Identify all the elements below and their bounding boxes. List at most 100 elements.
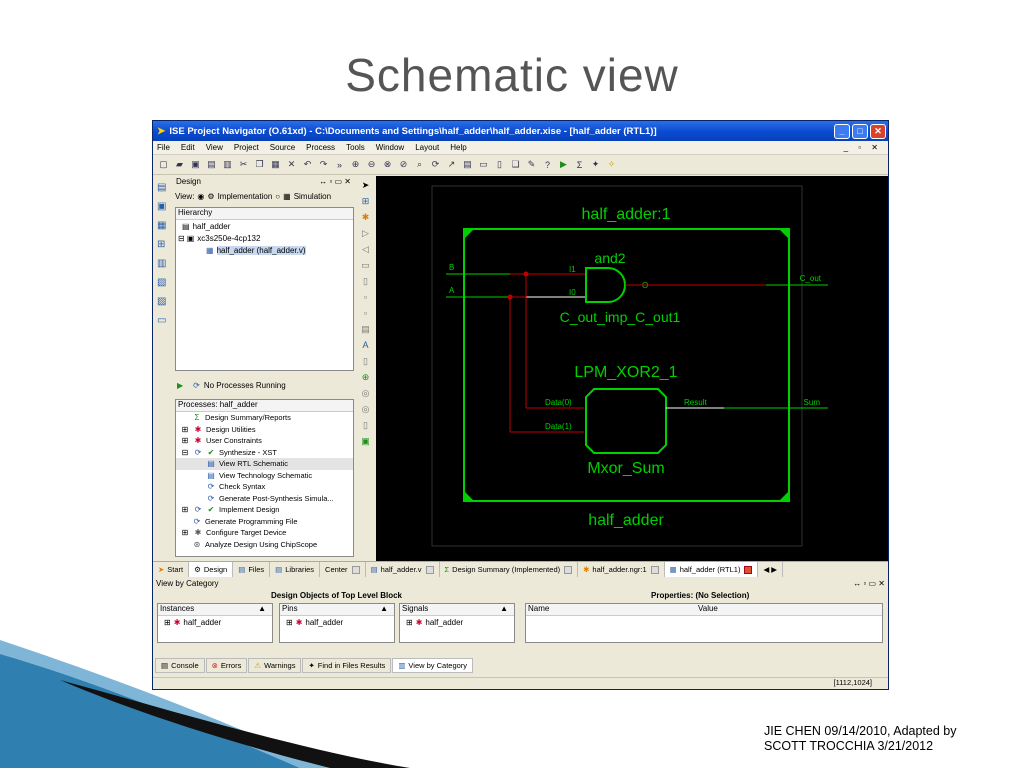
- menu-file[interactable]: File: [157, 143, 170, 152]
- list-item[interactable]: ⊞ ✱ half_adder: [158, 616, 272, 628]
- process-item[interactable]: Σ Design Summary/Reports: [176, 412, 353, 424]
- collapse-icon[interactable]: ⊟: [178, 234, 185, 243]
- menu-window[interactable]: Window: [376, 143, 404, 152]
- design-summary-icon[interactable]: ▤: [157, 182, 170, 195]
- more-icon[interactable]: »: [333, 158, 346, 171]
- collapse-icon[interactable]: ⊟: [180, 448, 190, 457]
- zoom-fit-icon[interactable]: ⊗: [381, 158, 394, 171]
- tab-center[interactable]: Center: [320, 562, 366, 577]
- zoom-out-icon[interactable]: ⊖: [365, 158, 378, 171]
- expand-icon[interactable]: ⊞: [406, 618, 413, 627]
- close-tab-icon[interactable]: [744, 565, 753, 574]
- add-marker-icon[interactable]: ✱: [359, 212, 372, 224]
- properties-icon[interactable]: ✎: [525, 158, 538, 171]
- close-tab-icon[interactable]: [564, 565, 573, 574]
- print-icon[interactable]: ▥: [221, 158, 234, 171]
- list-item[interactable]: ⊞ ✱ half_adder: [400, 616, 514, 628]
- process-item[interactable]: ⊞ ✱ Configure Target Device: [176, 527, 353, 539]
- expand-icon[interactable]: ⊞: [180, 425, 190, 434]
- layout-icon[interactable]: ▤: [461, 158, 474, 171]
- maximize-button[interactable]: □: [852, 123, 868, 139]
- process-item[interactable]: ⊞ ⟳ ✔ Implement Design: [176, 504, 353, 516]
- redo-icon[interactable]: ↷: [317, 158, 330, 171]
- sort-icon[interactable]: ▲: [380, 604, 388, 615]
- close-tab-icon[interactable]: [650, 565, 659, 574]
- expand-icon[interactable]: ⊞: [180, 528, 190, 537]
- hierarchy-icon[interactable]: ⊞: [157, 239, 170, 252]
- delete-icon[interactable]: ✕: [285, 158, 298, 171]
- sort-icon[interactable]: ▲: [258, 604, 266, 615]
- menu-process[interactable]: Process: [306, 143, 335, 152]
- process-item[interactable]: ⟳ Generate Programming File: [176, 516, 353, 528]
- and2-gate[interactable]: [585, 267, 626, 303]
- xor-block[interactable]: [585, 388, 667, 454]
- vbc-panel-controls[interactable]: ↔ ▫ ▭ ✕: [853, 579, 885, 590]
- tree-item-module[interactable]: ▦ half_adder (half_adder.v): [176, 244, 353, 256]
- close-tab-icon[interactable]: [425, 565, 434, 574]
- help-pointer-icon[interactable]: ?: [541, 158, 554, 171]
- add-copy-icon[interactable]: ▦: [157, 220, 170, 233]
- green-plus-icon[interactable]: ⊕: [359, 372, 372, 384]
- add-source-icon[interactable]: ▣: [157, 201, 170, 214]
- implementation-radio[interactable]: ◉: [197, 192, 204, 201]
- expand-forward-icon[interactable]: ▷: [359, 228, 372, 240]
- save-all-icon[interactable]: ▤: [205, 158, 218, 171]
- process-item[interactable]: ▤ View Technology Schematic: [176, 470, 353, 482]
- text-icon[interactable]: A: [359, 340, 372, 352]
- tab-design[interactable]: ⚙ Design: [189, 562, 234, 577]
- tab-half-adder-v[interactable]: ▤ half_adder.v: [366, 562, 440, 577]
- tool-icon[interactable]: ▫: [359, 308, 372, 320]
- zoom-in-icon[interactable]: ⊕: [349, 158, 362, 171]
- sum-icon[interactable]: Σ: [573, 158, 586, 171]
- tile-v-icon[interactable]: ▯: [493, 158, 506, 171]
- save-icon[interactable]: ▣: [189, 158, 202, 171]
- paste-icon[interactable]: ▦: [269, 158, 282, 171]
- tile-h-icon[interactable]: ▭: [477, 158, 490, 171]
- zoom-select-icon[interactable]: ⌕: [413, 158, 426, 171]
- copy-icon[interactable]: ❐: [253, 158, 266, 171]
- process-item[interactable]: ⊞ ✱ Design Utilities: [176, 424, 353, 436]
- select-pointer-icon[interactable]: ➤: [359, 180, 372, 192]
- grey-circle-icon[interactable]: ◎: [359, 404, 372, 416]
- process-item[interactable]: ⊟ ⟳ ✔ Synthesize - XST: [176, 447, 353, 459]
- list-item[interactable]: ⊞ ✱ half_adder: [280, 616, 394, 628]
- minimize-button[interactable]: _: [834, 123, 850, 139]
- process-item[interactable]: ⟳ Generate Post-Synthesis Simula...: [176, 493, 353, 505]
- menu-view[interactable]: View: [206, 143, 223, 152]
- value-column-header[interactable]: Value: [698, 604, 718, 615]
- green-export-icon[interactable]: ▣: [359, 436, 372, 448]
- zoom-area-icon[interactable]: ⊘: [397, 158, 410, 171]
- expand-icon[interactable]: ⊞: [164, 618, 171, 627]
- tab-libraries[interactable]: ▤ Libraries: [270, 562, 321, 577]
- process-item[interactable]: ▤ View RTL Schematic: [176, 458, 353, 470]
- new-icon[interactable]: ▢: [157, 158, 170, 171]
- archive-icon[interactable]: ▧: [157, 277, 170, 290]
- mdi-window-controls[interactable]: _ ▫ ✕: [844, 143, 882, 152]
- menu-layout[interactable]: Layout: [415, 143, 439, 152]
- close-button[interactable]: ✕: [870, 123, 886, 139]
- expand-icon[interactable]: ⊞: [180, 436, 190, 445]
- tab-design-summary[interactable]: Σ Design Summary (Implemented): [440, 562, 579, 577]
- panel-controls[interactable]: ↔ ▫ ▭ ✕: [319, 177, 351, 186]
- lightbulb-icon[interactable]: ✧: [605, 158, 618, 171]
- sort-icon[interactable]: ▲: [500, 604, 508, 615]
- grey-circle-icon[interactable]: ◎: [359, 388, 372, 400]
- process-item[interactable]: ⊛ Analyze Design Using ChipScope: [176, 539, 353, 551]
- refresh-icon[interactable]: ⟳: [429, 158, 442, 171]
- tree-item-device[interactable]: ⊟ ▣ xc3s250e-4cp132: [176, 232, 353, 244]
- tab-scroll-arrows[interactable]: ◀ ▶: [758, 562, 784, 577]
- panel-icon[interactable]: ▭: [157, 315, 170, 328]
- trash-icon[interactable]: ▯: [359, 356, 372, 368]
- open-icon[interactable]: ▰: [173, 158, 186, 171]
- tool-icon[interactable]: ▯: [359, 276, 372, 288]
- name-column-header[interactable]: Name: [528, 604, 698, 615]
- cut-icon[interactable]: ✂: [237, 158, 250, 171]
- menu-tools[interactable]: Tools: [346, 143, 365, 152]
- expand-icon[interactable]: ⊞: [180, 505, 190, 514]
- close-tab-icon[interactable]: [351, 565, 360, 574]
- tab-start[interactable]: ➤ Start: [153, 562, 190, 577]
- route-icon[interactable]: ↗: [445, 158, 458, 171]
- undo-icon[interactable]: ↶: [301, 158, 314, 171]
- simulation-radio[interactable]: ○: [275, 192, 280, 201]
- schematic-canvas[interactable]: half_adder:1 half_adder B A and2 I1 I0 C…: [376, 176, 888, 561]
